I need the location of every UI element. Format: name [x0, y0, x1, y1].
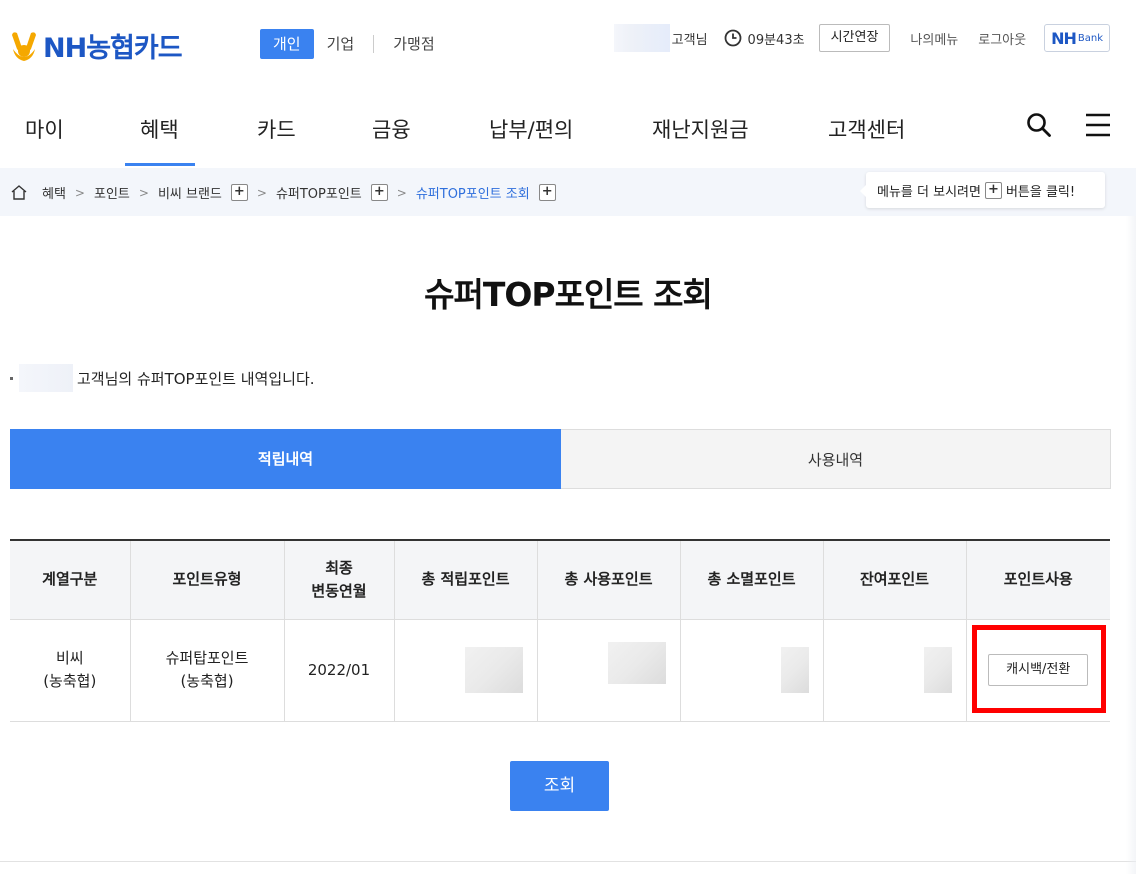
breadcrumb: 혜택 > 포인트 > 비씨 브랜드 + > 슈퍼TOP포인트 + > 슈퍼TOP…	[10, 183, 556, 202]
segment-personal[interactable]: 개인	[260, 29, 314, 59]
nav-active-indicator	[125, 163, 195, 166]
cell-total-expired	[679, 619, 823, 722]
header-total-used: 총 사용포인트	[536, 539, 680, 620]
cashback-convert-button[interactable]: 캐시백/전환	[988, 654, 1089, 686]
tooltip-text-before: 메뉴를 더 보시려면	[877, 184, 981, 200]
intro-text: 고객님의 슈퍼TOP포인트 내역입니다.	[10, 364, 315, 392]
table-header-row: 계열구분 포인트유형 최종 변동연월 총 적립포인트 총 사용포인트 총 소멸포…	[10, 539, 1110, 620]
history-tabs: 적립내역 사용내역	[10, 429, 1111, 489]
clock-icon	[724, 29, 741, 47]
user-utility-area: 고객님 09분43초 시간연장 나의메뉴 로그아웃 NH Bank	[613, 24, 1110, 52]
bullet-icon	[10, 376, 13, 380]
cell-remaining	[822, 619, 966, 722]
logo-text: NH농협카드	[43, 33, 183, 64]
breadcrumb-tooltip: 메뉴를 더 보시려면 + 버튼을 클릭!	[860, 172, 1105, 208]
cell-group: 비씨 (농축협)	[10, 619, 130, 722]
nh-bank-logo-bank: Bank	[1077, 32, 1103, 44]
header-total-expired: 총 소멸포인트	[679, 539, 823, 620]
page-title: 슈퍼TOP포인트 조회	[424, 275, 713, 314]
plus-icon: +	[984, 181, 1002, 199]
breadcrumb-expand-icon[interactable]: +	[370, 184, 388, 201]
top-header: NH농협카드 개인 기업 가맹점 고객님 09분43초 시간연장 나의메뉴 로그…	[0, 0, 1136, 90]
masked-value	[780, 647, 809, 693]
header-point-use: 포인트사용	[965, 539, 1110, 620]
my-menu-link[interactable]: 나의메뉴	[910, 29, 958, 48]
cell-total-used	[536, 619, 680, 722]
nav-payment[interactable]: 납부/편의	[489, 114, 573, 144]
logout-link[interactable]: 로그아웃	[978, 29, 1026, 48]
tab-earned[interactable]: 적립내역	[10, 429, 561, 489]
nh-bank-logo-nh: NH	[1051, 28, 1077, 48]
breadcrumb-benefits[interactable]: 혜택	[42, 183, 66, 202]
main-navigation: 마이 혜택 카드 금융 납부/편의 재난지원금 고객센터	[0, 90, 1136, 168]
breadcrumb-points[interactable]: 포인트	[94, 183, 130, 202]
masked-value	[923, 647, 952, 693]
header-last-month: 최종 변동연월	[283, 539, 394, 620]
masked-value	[464, 647, 523, 693]
nh-card-logo[interactable]: NH농협카드	[9, 26, 183, 65]
tab-used[interactable]: 사용내역	[561, 429, 1111, 489]
nav-my[interactable]: 마이	[25, 114, 64, 144]
right-edge-shadow	[1126, 216, 1136, 874]
customer-segment-tabs: 개인 기업 가맹점	[260, 29, 448, 59]
session-timer: 09분43초	[747, 32, 805, 48]
intro-suffix: 고객님의 슈퍼TOP포인트 내역입니다.	[77, 369, 315, 388]
cell-month: 2022/01	[283, 619, 394, 722]
breadcrumb-current: 슈퍼TOP포인트 조회	[415, 187, 530, 202]
header-type: 포인트유형	[129, 539, 284, 620]
breadcrumb-bc-brand[interactable]: 비씨 브랜드	[158, 183, 222, 202]
nav-disaster-relief[interactable]: 재난지원금	[652, 114, 749, 144]
intro-name-masked	[19, 364, 73, 392]
nh-logo-icon	[12, 31, 36, 61]
cell-total-earned	[393, 619, 537, 722]
masked-value	[607, 642, 666, 684]
breadcrumb-separator-icon: >	[74, 185, 85, 200]
extend-session-button[interactable]: 시간연장	[818, 24, 891, 52]
home-icon[interactable]	[10, 184, 28, 201]
nav-customer-center[interactable]: 고객센터	[828, 114, 905, 144]
search-button[interactable]: 조회	[510, 761, 609, 811]
user-name-masked	[613, 24, 670, 52]
header-remaining: 잔여포인트	[822, 539, 966, 620]
breadcrumb-expand-icon[interactable]: +	[230, 184, 248, 201]
footer-divider	[0, 861, 1136, 862]
header-total-earned: 총 적립포인트	[393, 539, 537, 620]
cell-type: 슈퍼탑포인트 (농축협)	[129, 619, 284, 722]
breadcrumb-separator-icon: >	[396, 185, 407, 200]
nav-card[interactable]: 카드	[257, 114, 296, 144]
segment-business[interactable]: 기업	[314, 29, 368, 59]
search-icon[interactable]	[1026, 112, 1052, 138]
nav-finance[interactable]: 금융	[372, 114, 411, 144]
hamburger-menu-icon[interactable]	[1085, 112, 1111, 138]
user-suffix: 고객님	[671, 32, 708, 48]
header-group: 계열구분	[10, 539, 130, 620]
nav-benefits[interactable]: 혜택	[140, 114, 179, 144]
segment-merchant[interactable]: 가맹점	[380, 29, 447, 59]
cell-point-use: 캐시백/전환	[965, 619, 1110, 722]
tooltip-text-after: 버튼을 클릭!	[1005, 184, 1076, 200]
breadcrumb-separator-icon: >	[256, 185, 267, 200]
nh-bank-link[interactable]: NH Bank	[1044, 24, 1110, 52]
breadcrumb-super-top[interactable]: 슈퍼TOP포인트	[276, 183, 362, 202]
table-row: 비씨 (농축협) 슈퍼탑포인트 (농축협) 2022/01 캐시백/전환	[10, 619, 1110, 722]
breadcrumb-separator-icon: >	[138, 185, 149, 200]
breadcrumb-expand-icon[interactable]: +	[538, 184, 556, 201]
points-table: 계열구분 포인트유형 최종 변동연월 총 적립포인트 총 사용포인트 총 소멸포…	[10, 539, 1110, 722]
segment-divider	[373, 35, 375, 53]
